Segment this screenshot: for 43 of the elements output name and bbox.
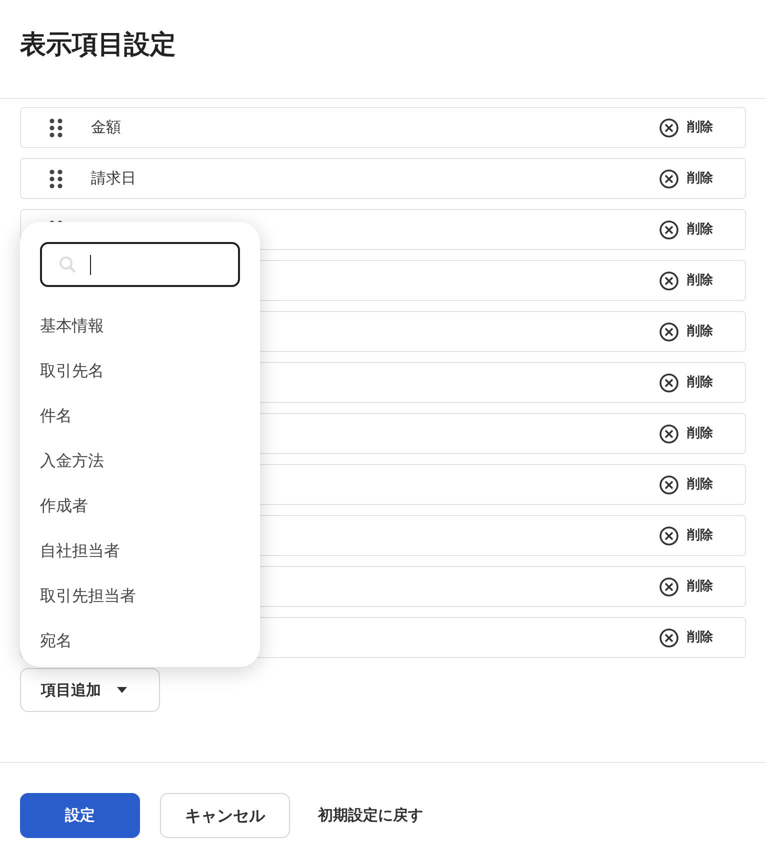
search-field[interactable]	[40, 242, 240, 287]
delete-button[interactable]: 削除	[659, 220, 713, 240]
close-circle-icon	[659, 576, 679, 596]
menu-item[interactable]: 基本情報	[40, 303, 240, 348]
drag-handle-icon[interactable]	[49, 168, 63, 188]
delete-button[interactable]: 削除	[659, 118, 713, 138]
close-circle-icon	[659, 118, 679, 138]
delete-button[interactable]: 削除	[659, 576, 713, 596]
drag-handle-icon[interactable]	[49, 118, 63, 138]
cancel-button[interactable]: キャンセル	[160, 793, 290, 838]
delete-button[interactable]: 削除	[659, 322, 713, 342]
item-label: 請求日	[91, 168, 136, 190]
close-circle-icon	[659, 270, 679, 290]
delete-button[interactable]: 削除	[659, 270, 713, 290]
menu-item[interactable]: 件名	[40, 393, 240, 438]
menu-item[interactable]: 宛名	[40, 618, 240, 663]
menu-item[interactable]: 取引先名	[40, 348, 240, 393]
close-circle-icon	[659, 526, 679, 546]
delete-button[interactable]: 削除	[659, 474, 713, 494]
caret-icon	[117, 687, 127, 693]
reset-link[interactable]: 初期設定に戻す	[310, 793, 431, 838]
search-icon	[58, 254, 78, 274]
close-circle-icon	[659, 628, 679, 648]
delete-button[interactable]: 削除	[659, 526, 713, 546]
close-circle-icon	[659, 474, 679, 494]
menu-item[interactable]: 取引先担当者	[40, 573, 240, 618]
close-circle-icon	[659, 220, 679, 240]
menu-item[interactable]: 自社担当者	[40, 528, 240, 573]
delete-button[interactable]: 削除	[659, 168, 713, 188]
item-label: 金額	[91, 117, 121, 138]
delete-button[interactable]: 削除	[659, 372, 713, 392]
delete-button[interactable]: 削除	[659, 628, 713, 648]
menu-item[interactable]: 作成者	[40, 483, 240, 528]
confirm-button[interactable]: 設定	[20, 793, 140, 838]
close-circle-icon	[659, 322, 679, 342]
menu-item[interactable]: 入金方法	[40, 438, 240, 483]
dialog-title: 表示項目設定	[20, 28, 176, 62]
add-item-button[interactable]: 項目追加	[20, 668, 160, 712]
text-cursor	[90, 254, 91, 274]
close-circle-icon	[659, 424, 679, 444]
delete-button[interactable]: 削除	[659, 424, 713, 444]
close-circle-icon	[659, 168, 679, 188]
close-circle-icon	[659, 372, 679, 392]
